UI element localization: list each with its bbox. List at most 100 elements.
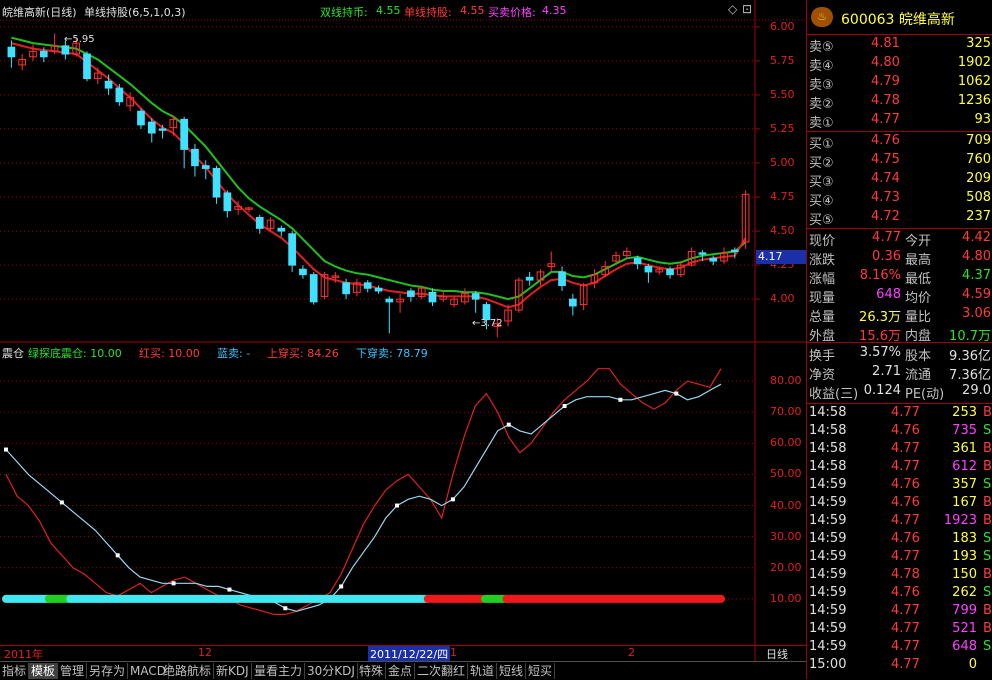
formula-tab[interactable]: 短买 — [526, 663, 556, 679]
tick-price: 4.77 — [891, 405, 920, 420]
tick-row: 14:58 4.76 735 S — [807, 423, 992, 441]
stat-value: 0.36 — [872, 249, 901, 264]
tick-side: B — [983, 459, 992, 474]
tick-price: 4.78 — [891, 567, 920, 582]
tick-volume: 612 — [952, 459, 977, 474]
formula-tab[interactable]: 绝路航标 — [161, 663, 215, 679]
ask-label: 卖③ — [809, 78, 834, 93]
bid-row: 买② 4.75 760 — [807, 152, 992, 171]
bid-price: 4.75 — [871, 152, 900, 167]
logo-icon: ♨ — [811, 7, 833, 27]
bid-row: 买⑤ 4.72 237 — [807, 209, 992, 228]
candle-body — [115, 87, 124, 103]
bid-volume: 709 — [966, 133, 991, 148]
period-button[interactable]: 日线 — [766, 646, 788, 662]
tick-time: 14:58 — [809, 423, 847, 438]
bid-label: 买③ — [809, 175, 834, 190]
tick-side: B — [983, 513, 992, 528]
candle-body — [569, 298, 577, 307]
tick-row: 14:58 4.77 253 B — [807, 405, 992, 423]
tick-volume: 262 — [952, 585, 977, 600]
stat-value: 4.80 — [962, 249, 991, 264]
ask-volume: 93 — [974, 112, 991, 127]
stat2-value: 4.55 — [460, 4, 485, 17]
indicator-marker — [171, 581, 176, 586]
bid-row: 买③ 4.74 209 — [807, 171, 992, 190]
formula-tab[interactable]: 新KDJ — [214, 663, 252, 679]
indicator-marker — [4, 447, 8, 452]
tick-side: B — [983, 405, 992, 420]
price-tick-label: 5.75 — [770, 53, 795, 67]
ask-row: 卖② 4.78 1236 — [807, 93, 992, 112]
candle-body — [342, 282, 350, 295]
tick-time: 15:00 — [809, 657, 847, 672]
formula-tab-bar: 指标 模板 管理 另存为 MACD 绝路航标 新KDJ 量看主力 30分KDJ 特殊 金点 二次翻红轨… — [0, 661, 806, 680]
formula-tab[interactable]: 轨道 — [468, 663, 498, 679]
ask-price: 4.77 — [871, 112, 900, 127]
stat-label: 现量 — [809, 291, 836, 306]
indicator-marker — [395, 503, 400, 508]
candle-body — [698, 252, 707, 255]
tick-volume: 357 — [952, 477, 977, 492]
formula-tab[interactable]: 二次翻红 — [415, 663, 469, 679]
tick-row: 14:58 4.77 612 B — [807, 459, 992, 477]
share-label: 流通 — [905, 368, 932, 383]
candle-body — [288, 233, 296, 266]
month-12-label: 12 — [198, 646, 212, 659]
candle-body — [7, 46, 16, 58]
stat2-label: 单线持股: — [404, 6, 452, 19]
tick-price: 4.76 — [891, 531, 920, 546]
indicator-marker — [618, 397, 623, 402]
tick-side: B — [983, 603, 992, 618]
candle-body — [385, 298, 394, 303]
formula-tab[interactable]: 模板 — [29, 663, 59, 679]
bid-label: 买④ — [809, 194, 834, 209]
ask-label: 卖④ — [809, 59, 834, 74]
tick-price: 4.77 — [891, 657, 920, 672]
low-annotation: ←3.72 — [472, 318, 503, 329]
cursor-date: 2011/12/22/四 — [368, 646, 451, 662]
indicator-name: 震仓 — [2, 347, 24, 360]
candle-body — [374, 287, 383, 292]
ask-volume: 1062 — [957, 74, 991, 89]
formula-tab[interactable]: 特殊 — [357, 663, 387, 679]
tick-time: 14:59 — [809, 621, 847, 636]
ask-label: 卖② — [809, 97, 834, 112]
bid-row: 买④ 4.73 508 — [807, 190, 992, 209]
candle-body — [180, 118, 188, 150]
close-icon[interactable]: ⊡ — [742, 2, 752, 16]
diamond-icon[interactable]: ◇ — [728, 2, 737, 16]
stat1-value: 4.55 — [376, 4, 401, 17]
bid-row: 买① 4.76 709 — [807, 133, 992, 152]
chart-area[interactable] — [0, 0, 806, 662]
formula-tab[interactable]: 管理 — [58, 663, 88, 679]
tick-row: 14:59 4.76 183 S — [807, 531, 992, 549]
share-label: 换手 — [809, 349, 836, 364]
ask-row: 卖① 4.77 93 — [807, 112, 992, 131]
indicator-marker — [227, 587, 232, 592]
bid-label: 买① — [809, 137, 834, 152]
candle-body — [309, 274, 318, 303]
stock-code-name: 600063 皖维高新 — [841, 12, 955, 28]
formula-tab[interactable]: 30分KDJ — [305, 663, 358, 679]
formula-tab[interactable]: 短线 — [497, 663, 527, 679]
formula-tab[interactable]: 金点 — [386, 663, 416, 679]
tick-side: B — [983, 621, 992, 636]
bid-volume: 508 — [966, 190, 991, 205]
formula-tab[interactable]: 量看主力 — [252, 663, 306, 679]
stock-title: 皖维高新(日线) — [2, 6, 77, 19]
stat-label: 现价 — [809, 234, 836, 249]
stat-row: 总量 26.3万 量比 3.06 — [807, 306, 992, 325]
formula-tab[interactable]: 另存为 — [87, 663, 129, 679]
formula-tab[interactable]: 指标 — [0, 663, 30, 679]
price-tick-label: 4.50 — [770, 224, 795, 238]
tick-volume: 193 — [952, 549, 977, 564]
stat3-value: 4.35 — [542, 4, 567, 17]
bid-volume: 237 — [966, 209, 991, 224]
tick-row: 15:00 4.77 0 — [807, 657, 992, 675]
candle-body — [277, 227, 286, 232]
stat-label: 涨幅 — [809, 272, 836, 287]
share-label: 净资 — [809, 368, 836, 383]
indicator-marker — [59, 500, 64, 505]
candle-body — [191, 148, 199, 167]
